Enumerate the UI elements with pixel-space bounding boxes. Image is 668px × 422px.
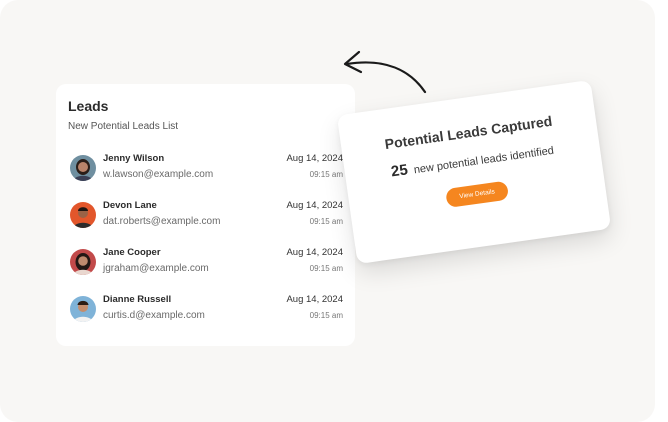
view-details-button[interactable]: View Details [445, 180, 509, 208]
lead-time: 09:15 am [309, 217, 343, 226]
lead-row[interactable]: Devon Lane dat.roberts@example.com Aug 1… [68, 200, 343, 240]
lead-date: Aug 14, 2024 [286, 294, 343, 305]
leads-subtitle: New Potential Leads List [68, 121, 179, 132]
lead-row[interactable]: Dianne Russell curtis.d@example.com Aug … [68, 294, 343, 334]
lead-name: Jenny Wilson [103, 153, 165, 164]
lead-time: 09:15 am [309, 170, 343, 179]
lead-email: w.lawson@example.com [103, 169, 214, 180]
avatar [70, 155, 96, 181]
lead-date: Aug 14, 2024 [286, 153, 343, 164]
lead-email: jgraham@example.com [103, 263, 209, 274]
avatar [70, 249, 96, 275]
lead-row[interactable]: Jenny Wilson w.lawson@example.com Aug 14… [68, 153, 343, 193]
lead-email: curtis.d@example.com [103, 310, 205, 321]
lead-email: dat.roberts@example.com [103, 216, 221, 227]
lead-name: Jane Cooper [103, 247, 161, 258]
capture-count: 25 [389, 161, 409, 181]
lead-time: 09:15 am [309, 311, 343, 320]
lead-date: Aug 14, 2024 [286, 200, 343, 211]
leads-captured-card: Potential Leads Captured 25 new potentia… [336, 79, 612, 265]
leads-title: Leads [68, 98, 109, 114]
capture-message-text: new potential leads identified [413, 144, 555, 177]
canvas-background: Leads New Potential Leads List Jenny Wil… [0, 0, 655, 422]
leads-card: Leads New Potential Leads List Jenny Wil… [56, 84, 355, 346]
lead-row[interactable]: Jane Cooper jgraham@example.com Aug 14, … [68, 247, 343, 287]
avatar [70, 296, 96, 322]
lead-name: Devon Lane [103, 200, 157, 211]
avatar [70, 202, 96, 228]
lead-time: 09:15 am [309, 264, 343, 273]
lead-date: Aug 14, 2024 [286, 247, 343, 258]
lead-name: Dianne Russell [103, 294, 172, 305]
